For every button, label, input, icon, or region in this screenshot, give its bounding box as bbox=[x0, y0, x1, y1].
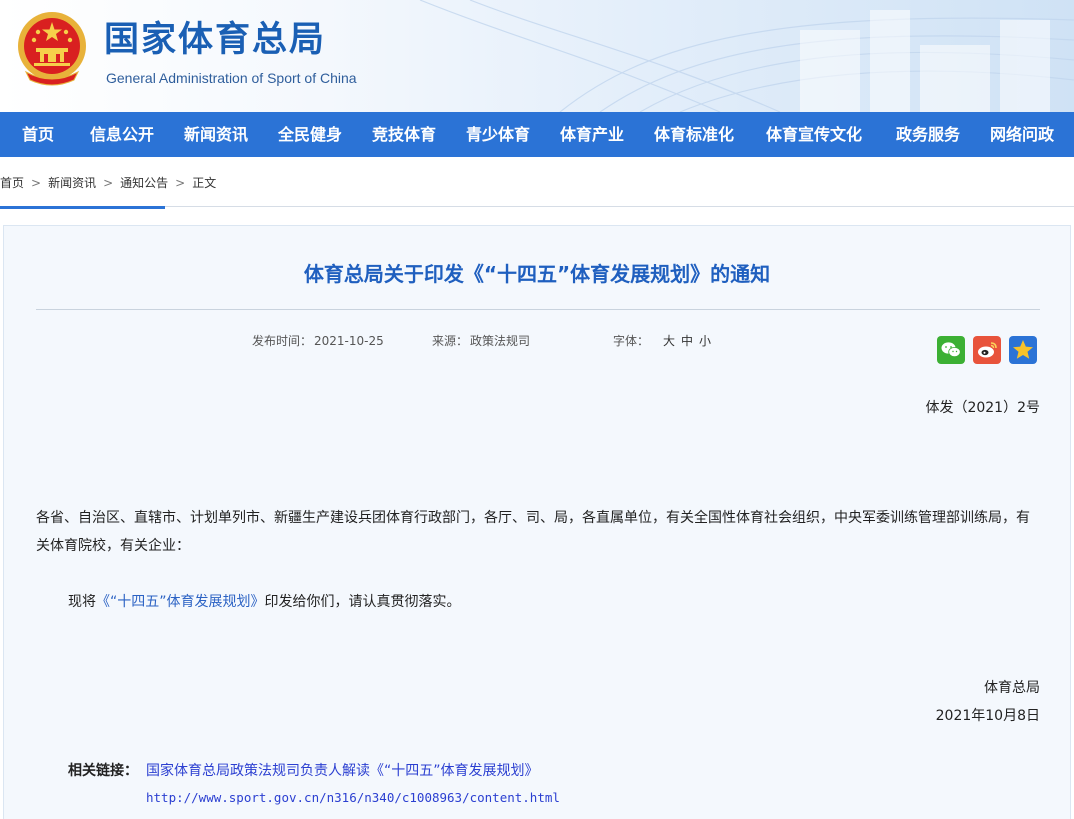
related-links-label: 相关链接： bbox=[68, 763, 138, 779]
publish-date: 发布时间： 2021-10-25 bbox=[252, 332, 384, 350]
favorite-icon[interactable] bbox=[1009, 336, 1037, 364]
nav-item-news[interactable]: 新闻资讯 bbox=[184, 112, 248, 157]
related-link-url[interactable]: http://www.sport.gov.cn/n316/n340/c10089… bbox=[146, 790, 560, 805]
publish-date-value: 2021-10-25 bbox=[314, 334, 384, 348]
nav-item-home[interactable]: 首页 bbox=[22, 112, 54, 157]
nav-item-info-disclosure[interactable]: 信息公开 bbox=[90, 112, 154, 157]
nav-item-youth-sports[interactable]: 青少体育 bbox=[466, 112, 530, 157]
breadcrumb-accent-bar bbox=[0, 206, 165, 209]
breadcrumb-current: 正文 bbox=[192, 176, 217, 190]
main-nav: 首页 信息公开 新闻资讯 全民健身 竞技体育 青少体育 体育产业 体育标准化 体… bbox=[0, 112, 1074, 157]
site-subtitle: General Administration of Sport of China bbox=[106, 70, 357, 86]
source-label: 来源： bbox=[432, 334, 469, 348]
signature-org: 体育总局 bbox=[984, 680, 1040, 696]
site-header: 国家体育总局 General Administration of Sport o… bbox=[0, 0, 1074, 112]
breadcrumb-news[interactable]: 新闻资讯 bbox=[48, 172, 96, 194]
body-prefix: 现将 bbox=[68, 594, 96, 610]
breadcrumb-home[interactable]: 首页 bbox=[0, 172, 24, 194]
breadcrumb-separator: > bbox=[31, 176, 42, 190]
nav-item-national-fitness[interactable]: 全民健身 bbox=[278, 112, 342, 157]
article-title: 体育总局关于印发《“十四五”体育发展规划》的通知 bbox=[303, 262, 771, 286]
font-size-small[interactable]: 小 bbox=[699, 334, 711, 348]
font-size-large[interactable]: 大 bbox=[663, 334, 675, 348]
weibo-icon[interactable] bbox=[973, 336, 1001, 364]
font-size-controls: 字体： 大中小 bbox=[613, 332, 711, 350]
nav-item-government-services[interactable]: 政务服务 bbox=[896, 112, 960, 157]
nav-item-standardization[interactable]: 体育标准化 bbox=[654, 112, 734, 157]
document-number: 体发（2021）2号 bbox=[925, 400, 1040, 416]
signature-date: 2021年10月8日 bbox=[935, 708, 1040, 724]
body-suffix: 印发给你们，请认真贯彻落实。 bbox=[264, 594, 461, 610]
wechat-icon[interactable] bbox=[937, 336, 965, 364]
breadcrumb-separator: > bbox=[103, 176, 114, 190]
breadcrumb: 首页 > 新闻资讯 > 通知公告 > 正文 bbox=[0, 172, 216, 194]
nav-item-competitive-sports[interactable]: 竞技体育 bbox=[372, 112, 436, 157]
font-size-medium[interactable]: 中 bbox=[681, 334, 693, 348]
nav-item-sports-industry[interactable]: 体育产业 bbox=[560, 112, 624, 157]
plan-document-link[interactable]: 《“十四五”体育发展规划》 bbox=[96, 594, 265, 610]
site-title[interactable]: 国家体育总局 bbox=[104, 18, 326, 62]
nav-item-culture[interactable]: 体育宣传文化 bbox=[766, 112, 862, 157]
related-link-title[interactable]: 国家体育总局政策法规司负责人解读《“十四五”体育发展规划》 bbox=[146, 760, 539, 780]
font-size-label: 字体： bbox=[613, 334, 650, 348]
article-source: 来源： 政策法规司 bbox=[432, 332, 530, 350]
breadcrumb-notices[interactable]: 通知公告 bbox=[120, 172, 168, 194]
publish-date-label: 发布时间： bbox=[252, 334, 313, 348]
nav-item-online-inquiry[interactable]: 网络问政 bbox=[990, 112, 1054, 157]
breadcrumb-separator: > bbox=[175, 176, 186, 190]
body-paragraph: 现将《“十四五”体育发展规划》印发给你们，请认真贯彻落实。 bbox=[68, 588, 461, 616]
title-divider bbox=[36, 309, 1040, 310]
recipients-paragraph: 各省、自治区、直辖市、计划单列市、新疆生产建设兵团体育行政部门，各厅、司、局，各… bbox=[36, 510, 1030, 554]
source-value: 政策法规司 bbox=[470, 334, 531, 348]
national-emblem-icon[interactable] bbox=[16, 10, 88, 88]
